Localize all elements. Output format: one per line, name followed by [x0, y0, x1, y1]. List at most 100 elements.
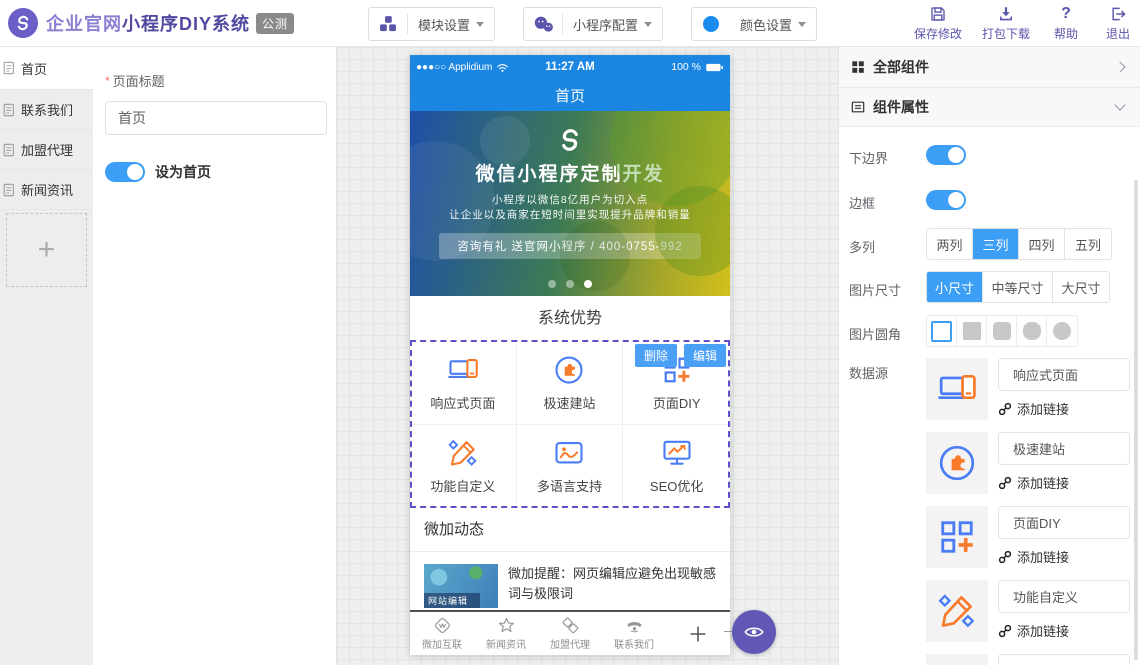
add-link-button[interactable]: 添加链接 [998, 547, 1069, 566]
brand: 企业官网小程序DIY系统公测 [8, 8, 294, 38]
add-link-button[interactable]: 添加链接 [998, 621, 1069, 640]
plus-icon [687, 623, 709, 645]
add-page-button[interactable]: + [6, 213, 87, 287]
radius-option-circle[interactable] [1047, 316, 1077, 346]
size-option-large[interactable]: 大尺寸 [1053, 272, 1109, 302]
tab-contact[interactable]: 联系我们 [602, 612, 666, 655]
download-button[interactable]: 打包下载 [982, 5, 1030, 42]
grid-cell-multilang[interactable]: 多语言支持 [517, 425, 624, 508]
required-mark: * [105, 74, 110, 88]
caret-down-icon [476, 22, 484, 31]
diy-icon [938, 518, 976, 556]
data-name-input[interactable] [998, 580, 1130, 613]
beta-badge: 公测 [256, 13, 294, 34]
page-title-input[interactable] [105, 101, 327, 135]
radius-option-none-selected[interactable] [927, 316, 957, 346]
save-button[interactable]: 保存修改 [914, 5, 962, 42]
exit-icon [1109, 5, 1127, 23]
bottom-border-toggle[interactable] [926, 145, 966, 165]
edit-component-button[interactable]: 编辑 [684, 344, 726, 367]
data-name-input[interactable] [998, 358, 1130, 391]
add-link-button[interactable]: 添加链接 [998, 399, 1069, 418]
news-list-item[interactable]: 网站编辑 微加提醒：网页编辑应避免出现敏感词与极限词 [410, 552, 730, 610]
columns-option-2[interactable]: 两列 [927, 229, 973, 259]
page-doc-icon [2, 183, 16, 197]
grid-cell-responsive[interactable]: 响应式页面 [410, 342, 517, 425]
page-item-contact[interactable]: 联系我们 [0, 90, 93, 130]
set-home-toggle[interactable] [105, 162, 145, 182]
chevron-down-icon [1114, 99, 1125, 110]
color-settings-menu-button[interactable]: 颜色设置 [691, 7, 817, 41]
page-item-agency[interactable]: 加盟代理 [0, 130, 93, 170]
grid-cell-seo[interactable]: SEO优化 [623, 425, 730, 508]
add-link-button[interactable]: 添加链接 [998, 473, 1069, 492]
inspector-scrollbar[interactable] [1134, 180, 1138, 660]
data-thumb [926, 358, 988, 420]
banner-slide[interactable]: 微信小程序定制开发 小程序以微信8亿用户为切入点 让企业以及商家在短时间里实现提… [410, 111, 730, 296]
modules-menu-button[interactable]: 模块设置 [368, 7, 495, 41]
exit-button[interactable]: 退出 [1102, 5, 1134, 42]
delete-component-button[interactable]: 删除 [635, 344, 677, 367]
star-icon [497, 616, 516, 635]
props-list-icon [851, 100, 865, 114]
columns-option-5[interactable]: 五列 [1065, 229, 1111, 259]
caret-down-icon [798, 22, 806, 31]
page-settings-panel: *页面标题 设为首页 [93, 47, 337, 665]
size-option-small-selected[interactable]: 小尺寸 [927, 272, 983, 302]
news-headline: 微加提醒：网页编辑应避免出现敏感词与极限词 [508, 564, 716, 610]
component-props-header[interactable]: 组件属性 [839, 88, 1140, 127]
image-size-label: 图片尺寸 [849, 280, 901, 299]
page-item-label: 首页 [21, 59, 47, 78]
components-grid-icon [851, 60, 865, 74]
image-radius-label: 图片圆角 [849, 324, 901, 343]
weijia-logo-icon [433, 616, 452, 635]
news-thumb-caption: 网站编辑 [424, 593, 480, 608]
size-option-medium[interactable]: 中等尺寸 [983, 272, 1053, 302]
phone-icon [625, 616, 644, 635]
data-name-input[interactable] [998, 432, 1130, 465]
data-source-item-fast-build: 添加链接 [926, 432, 1131, 494]
miniapp-config-menu-button[interactable]: 小程序配置 [523, 7, 663, 41]
wechat-icon [524, 14, 562, 35]
data-source-item-partial [926, 654, 1131, 665]
radius-option-square[interactable] [957, 316, 987, 346]
border-toggle[interactable] [926, 190, 966, 210]
status-battery: 100 % [621, 61, 724, 73]
all-components-header[interactable]: 全部组件 [839, 47, 1140, 88]
border-label: 边框 [849, 193, 875, 212]
help-button[interactable]: ? 帮助 [1050, 5, 1082, 42]
radius-option-more-rounded[interactable] [1017, 316, 1047, 346]
bottom-border-label: 下边界 [849, 148, 888, 167]
grid-cell-fast-build[interactable]: 极速建站 [517, 342, 624, 425]
radius-option-rounded[interactable] [987, 316, 1017, 346]
header-actions: 保存修改 打包下载 ? 帮助 退出 [914, 5, 1134, 42]
app-title: 企业官网小程序DIY系统公测 [46, 10, 294, 36]
header-menus: 模块设置 小程序配置 颜色设置 [368, 7, 817, 41]
tab-weijia[interactable]: 微加互联 [410, 612, 474, 655]
app-title-primary: 企业官网 [46, 14, 122, 34]
news-thumbnail: 网站编辑 [424, 564, 498, 608]
status-time: 11:27 AM [519, 61, 622, 73]
miniapp-config-label: 小程序配置 [563, 15, 644, 34]
pagination-dot[interactable] [548, 280, 556, 288]
data-source-item-custom: 添加链接 [926, 580, 1131, 642]
image-radius-options [926, 315, 1078, 347]
pagination-dot-active[interactable] [584, 280, 592, 288]
data-name-input[interactable] [998, 654, 1130, 665]
tab-news[interactable]: 新闻资讯 [474, 612, 538, 655]
page-doc-icon [2, 143, 16, 157]
columns-option-4[interactable]: 四列 [1019, 229, 1065, 259]
tab-agency[interactable]: 加盟代理 [538, 612, 602, 655]
app-title-secondary: 小程序DIY系统 [122, 14, 250, 34]
page-item-news[interactable]: 新闻资讯 [0, 170, 93, 210]
preview-eye-button[interactable] [732, 610, 776, 654]
set-home-label: 设为首页 [155, 162, 211, 182]
page-item-home[interactable]: 首页 [0, 47, 93, 90]
banner-bubble [480, 116, 530, 166]
data-name-input[interactable] [998, 506, 1130, 539]
pagination-dot[interactable] [566, 280, 574, 288]
tab-add-button[interactable] [666, 612, 730, 655]
grid-cell-custom[interactable]: 功能自定义 [410, 425, 517, 508]
columns-option-3-selected[interactable]: 三列 [973, 229, 1019, 259]
header-bar: 企业官网小程序DIY系统公测 模块设置 小程序配置 颜色设置 [0, 0, 1140, 47]
